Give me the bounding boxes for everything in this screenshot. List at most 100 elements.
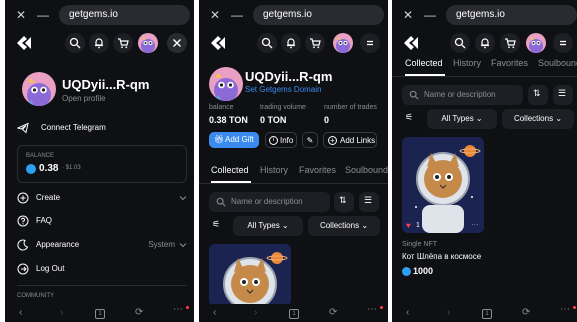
cart-icon[interactable] (305, 33, 325, 53)
menu-item-label: Log Out (36, 264, 65, 273)
tab-soulbounds[interactable]: Soulbounds (345, 165, 388, 175)
all-types-select[interactable]: All Types ⌄ (233, 216, 303, 236)
wallet-address: UQDyii...R-qm (62, 77, 150, 92)
filter-button[interactable]: ⚟ (402, 109, 422, 129)
minimize-icon[interactable]: — (35, 7, 51, 23)
menu-item-faq[interactable]: FAQ (17, 213, 187, 229)
edit-button[interactable]: ✎ (302, 132, 318, 148)
add-gift-label: Add Gift (225, 135, 254, 144)
search-input[interactable]: Name or description (209, 192, 330, 212)
open-profile-link[interactable]: Open profile (62, 94, 106, 103)
tab-collected[interactable]: Collected (405, 58, 443, 68)
tab-history[interactable]: History (260, 165, 288, 175)
address-bar: ✕ — getgems.io (392, 0, 577, 30)
balance-usd: · $1.03 (62, 165, 81, 171)
url-field[interactable]: getgems.io (59, 5, 190, 25)
sort-icon: ⇅ (533, 88, 541, 98)
reload-icon[interactable]: ⟳ (135, 307, 143, 318)
forward-icon[interactable]: › (60, 307, 63, 318)
getgems-logo-icon[interactable] (400, 32, 422, 54)
heart-icon[interactable]: ♥ (406, 221, 411, 230)
back-icon[interactable]: ‹ (406, 307, 409, 318)
forward-icon[interactable]: › (447, 307, 450, 318)
browser-bottom-bar: ‹ › 1 ⟳ ⋯ (5, 304, 194, 322)
url-field[interactable]: getgems.io (253, 5, 384, 25)
cart-icon[interactable] (500, 33, 520, 53)
balance-value: 0.38 (39, 163, 59, 174)
url-field[interactable]: getgems.io (446, 5, 577, 25)
sort-icon: ⇅ (339, 195, 347, 205)
screen-collected: ✕ — getgems.io Collected History Favorit… (392, 0, 577, 322)
reload-icon[interactable]: ⟳ (522, 307, 530, 318)
nft-name[interactable]: Кот Шлёпа в космосе (402, 252, 481, 261)
tab-count[interactable]: 1 (95, 309, 105, 319)
menu-icon[interactable] (553, 33, 573, 53)
bell-icon[interactable] (89, 33, 109, 53)
close-tab-icon[interactable]: ✕ (13, 7, 29, 23)
notification-dot (380, 306, 383, 309)
nft-card-image[interactable]: ♥ 1 ⋯ (402, 137, 484, 233)
cart-icon[interactable] (113, 33, 133, 53)
profile-avatar (209, 67, 243, 101)
menu-item-create[interactable]: Create (17, 190, 187, 206)
menu-icon[interactable] (360, 33, 380, 53)
menu-item-appearance[interactable]: Appearance System (17, 237, 187, 253)
tab-collected[interactable]: Collected (211, 165, 249, 175)
all-types-select[interactable]: All Types ⌄ (427, 109, 497, 129)
sort-button[interactable]: ⇅ (334, 192, 354, 212)
close-menu-icon[interactable] (167, 33, 187, 53)
minimize-icon[interactable]: — (422, 7, 438, 23)
notification-dot (573, 306, 576, 309)
appearance-value: System (148, 240, 175, 249)
back-icon[interactable]: ‹ (19, 307, 22, 318)
more-icon[interactable]: ⋯ (367, 304, 377, 315)
info-button[interactable]: i Info (265, 132, 297, 148)
search-icon (409, 90, 419, 100)
close-tab-icon[interactable]: ✕ (400, 7, 416, 23)
tab-soulbound[interactable]: Soulbound (538, 58, 577, 68)
tab-count[interactable]: 1 (289, 309, 299, 319)
menu-item-logout[interactable]: Log Out (17, 261, 187, 277)
bell-icon[interactable] (475, 33, 495, 53)
tab-favorites[interactable]: Favorites (299, 165, 336, 175)
tab-favorites[interactable]: Favorites (491, 58, 528, 68)
avatar[interactable] (138, 33, 158, 53)
more-icon[interactable]: ⋯ (173, 304, 183, 315)
likes-count: 1 (416, 222, 420, 229)
tab-count[interactable]: 1 (482, 309, 492, 319)
profile-avatar[interactable] (22, 72, 56, 106)
view-toggle-button[interactable]: ☰ (553, 85, 573, 105)
collections-label: Collections (513, 114, 554, 123)
getgems-logo-icon[interactable] (13, 32, 35, 54)
add-gift-button[interactable]: 🎁︎ Add Gift (209, 132, 259, 148)
bell-icon[interactable] (281, 33, 301, 53)
getgems-logo-icon[interactable] (207, 32, 229, 54)
chevron-down-icon: ⌄ (555, 114, 563, 123)
tab-history[interactable]: History (453, 58, 481, 68)
nft-card-image[interactable] (209, 244, 291, 306)
filter-button[interactable]: ⚟ (209, 216, 229, 236)
view-toggle-button[interactable]: ☰ (359, 192, 379, 212)
add-links-button[interactable]: + Add Links (323, 132, 377, 148)
collections-select[interactable]: Collections ⌄ (308, 216, 380, 236)
set-domain-link[interactable]: Set Getgems Domain (245, 85, 321, 94)
sort-button[interactable]: ⇅ (528, 85, 548, 105)
search-icon[interactable] (257, 33, 277, 53)
collections-select[interactable]: Collections ⌄ (502, 109, 574, 129)
wallet-address: UQDyii...R-qm (245, 69, 333, 84)
reload-icon[interactable]: ⟳ (329, 307, 337, 318)
more-options-icon[interactable]: ⋯ (471, 220, 479, 229)
header (5, 30, 194, 56)
divider (199, 183, 388, 184)
forward-icon[interactable]: › (254, 307, 257, 318)
search-icon[interactable] (450, 33, 470, 53)
close-tab-icon[interactable]: ✕ (207, 7, 223, 23)
connect-telegram-row[interactable]: Connect Telegram (17, 120, 187, 136)
avatar[interactable] (333, 33, 353, 53)
back-icon[interactable]: ‹ (213, 307, 216, 318)
avatar[interactable] (526, 33, 546, 53)
more-icon[interactable]: ⋯ (560, 304, 570, 315)
minimize-icon[interactable]: — (229, 7, 245, 23)
search-input[interactable]: Name or description (402, 85, 523, 105)
search-icon[interactable] (65, 33, 85, 53)
